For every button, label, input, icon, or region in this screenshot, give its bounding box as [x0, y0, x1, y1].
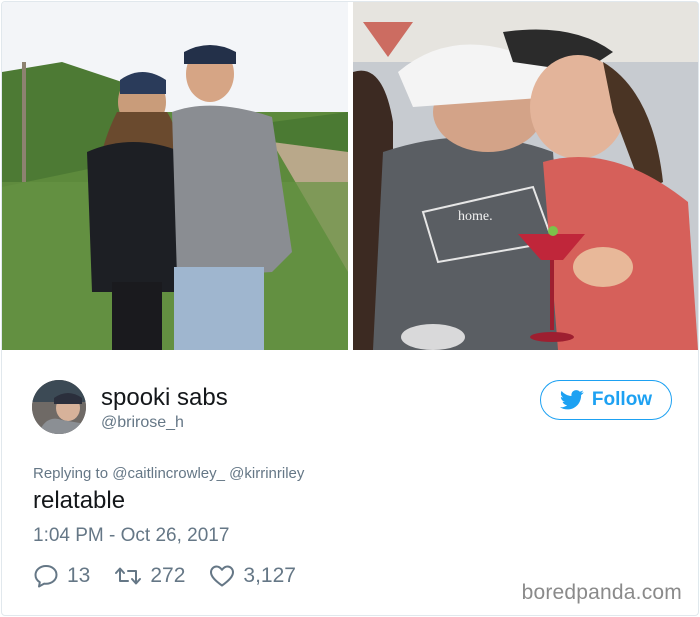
replying-to-prefix: Replying to — [33, 465, 109, 482]
retweet-icon — [115, 567, 142, 585]
follow-button[interactable]: Follow — [540, 380, 672, 420]
like-action[interactable]: 3,127 — [209, 564, 296, 588]
svg-text:home.: home. — [458, 209, 493, 224]
tweet-actions: 13 272 3,127 — [33, 562, 320, 590]
watermark: boredpanda.com — [521, 581, 682, 604]
tweet-text: relatable — [33, 487, 126, 514]
user-handle[interactable]: @brirose_h — [101, 414, 184, 432]
avatar-image — [32, 380, 86, 434]
heart-icon — [210, 565, 235, 587]
like-count: 3,127 — [243, 564, 296, 587]
replying-to-line: Replying to @caitlincrowley_ @kirrinrile… — [33, 465, 304, 482]
retweet-count: 272 — [150, 564, 186, 587]
reply-mention-link[interactable]: @caitlincrowley_ — [112, 465, 225, 482]
twitter-bird-icon — [559, 390, 584, 410]
reply-action[interactable]: 13 — [33, 564, 90, 588]
orchard-photo — [2, 2, 348, 350]
tweet-photos: home. — [2, 2, 698, 350]
retweet-action[interactable]: 272 — [114, 564, 185, 588]
follow-label: Follow — [591, 389, 653, 410]
kissing-photo: home. — [353, 2, 698, 350]
avatar[interactable] — [32, 380, 86, 434]
tweet-header: spooki sabs @brirose_h Follow — [32, 380, 672, 440]
tweet-card: home. spooki sabs @brirose_h Follow Repl… — [1, 1, 699, 616]
reply-icon — [34, 565, 58, 588]
display-name[interactable]: spooki sabs — [101, 384, 228, 412]
tweet-timestamp[interactable]: 1:04 PM - Oct 26, 2017 — [33, 525, 229, 547]
tweet-photo-right[interactable]: home. — [353, 2, 698, 350]
tweet-photo-left[interactable] — [2, 2, 348, 350]
reply-count: 13 — [67, 564, 91, 587]
reply-mention-link[interactable]: @kirrinriley — [229, 465, 304, 482]
